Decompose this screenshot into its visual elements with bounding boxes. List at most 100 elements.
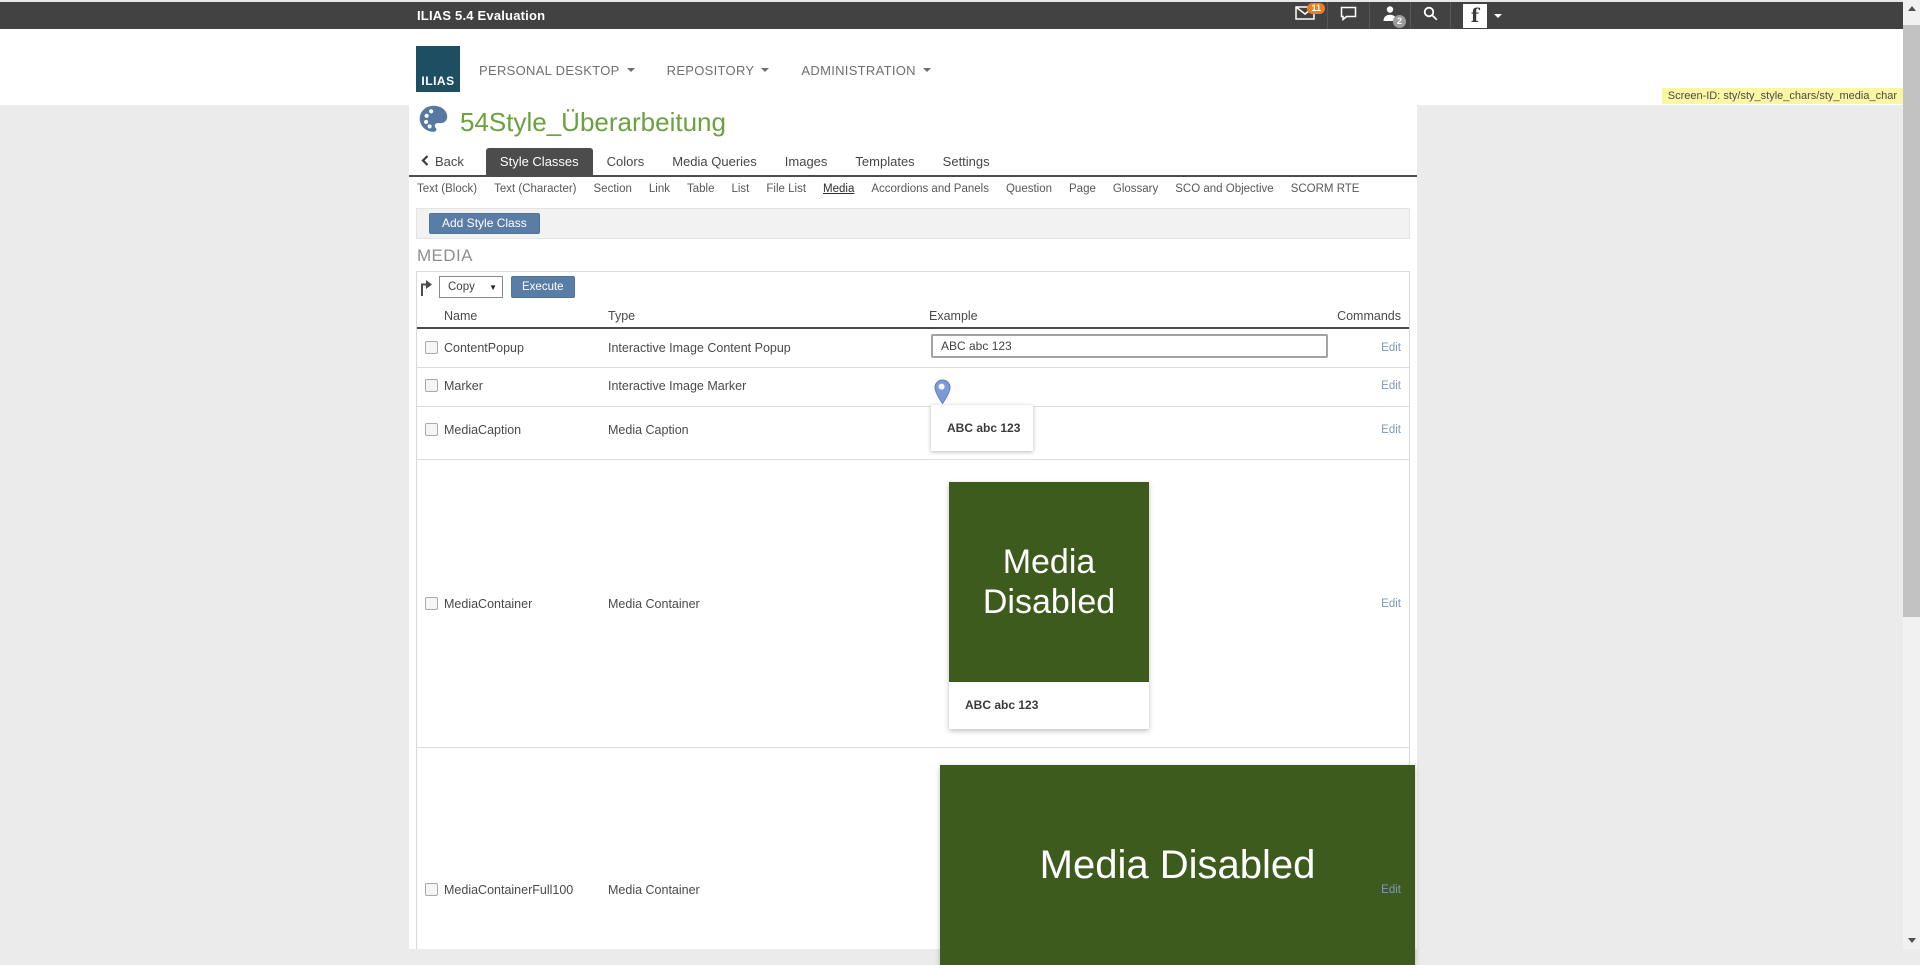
select-caret-icon: ▼ bbox=[489, 283, 497, 292]
content-column: 54Style_Überarbeitung Back Style Classes… bbox=[409, 105, 1417, 949]
chevron-down-icon bbox=[923, 68, 931, 76]
row-checkbox[interactable] bbox=[425, 597, 438, 610]
subtab-section[interactable]: Section bbox=[594, 183, 632, 195]
app-title: ILIAS 5.4 Evaluation bbox=[417, 8, 545, 23]
table-action-row: Copy ▼ Execute bbox=[417, 272, 1409, 302]
row-checkbox[interactable] bbox=[425, 883, 438, 896]
subtab-glossary[interactable]: Glossary bbox=[1113, 183, 1158, 195]
column-header-example: Example bbox=[929, 309, 978, 323]
tab-colors[interactable]: Colors bbox=[593, 154, 659, 169]
top-bar-icon-group: 11 2 f bbox=[1283, 2, 1514, 29]
contacts-button[interactable]: 2 bbox=[1369, 2, 1410, 29]
tab-images[interactable]: Images bbox=[771, 154, 842, 169]
action-select[interactable]: Copy ▼ bbox=[439, 276, 503, 298]
media-caption-strip: ABC abc 123 bbox=[949, 682, 1149, 729]
nav-repository[interactable]: REPOSITORY bbox=[667, 63, 770, 78]
table-header-row: Name Type Example Commands bbox=[417, 302, 1409, 329]
ilias-logo[interactable]: ILIAS bbox=[416, 46, 460, 92]
subtab-question[interactable]: Question bbox=[1006, 183, 1052, 195]
media-style-table: Copy ▼ Execute Name Type Example Command… bbox=[416, 271, 1410, 949]
style-name: ContentPopup bbox=[444, 341, 524, 356]
chat-icon bbox=[1340, 6, 1357, 26]
chevron-down-icon bbox=[761, 68, 769, 76]
edit-link[interactable]: Edit bbox=[1381, 884, 1401, 896]
style-type: Media Container bbox=[608, 597, 700, 612]
table-row: ContentPopup Interactive Image Content P… bbox=[417, 329, 1409, 367]
table-row: MediaContainer Media Container Media Dis… bbox=[417, 459, 1409, 747]
subtab-table[interactable]: Table bbox=[687, 183, 715, 195]
page-title: 54Style_Überarbeitung bbox=[460, 107, 726, 138]
style-type: Media Caption bbox=[608, 423, 689, 438]
back-chevron-icon bbox=[421, 154, 429, 169]
style-name: MediaContainer bbox=[444, 597, 532, 612]
style-name: MediaContainerFull100 bbox=[444, 883, 573, 898]
palette-icon bbox=[417, 103, 450, 141]
scrollbar-thumb[interactable] bbox=[1903, 25, 1920, 617]
add-style-class-button[interactable]: Add Style Class bbox=[429, 213, 540, 234]
nav-personal-desktop[interactable]: PERSONAL DESKTOP bbox=[479, 63, 635, 78]
subtab-accordions-and-panels[interactable]: Accordions and Panels bbox=[871, 183, 989, 195]
execute-button[interactable]: Execute bbox=[511, 276, 575, 298]
subtab-link[interactable]: Link bbox=[649, 183, 670, 195]
main-navigation: PERSONAL DESKTOP REPOSITORY ADMINISTRATI… bbox=[479, 60, 931, 80]
screen-id-badge: Screen-ID: sty/sty_style_chars/sty_media… bbox=[1662, 88, 1903, 104]
header-band: ILIAS PERSONAL DESKTOP REPOSITORY ADMINI… bbox=[0, 29, 1920, 105]
column-header-commands: Commands bbox=[1337, 309, 1401, 323]
table-row: MediaContainerFull100 Media Container Me… bbox=[417, 747, 1409, 950]
table-row: MediaCaption Media Caption ABC abc 123 E… bbox=[417, 406, 1409, 459]
search-icon bbox=[1423, 6, 1438, 26]
edit-link[interactable]: Edit bbox=[1381, 342, 1401, 354]
subtab-bar: Text (Block) Text (Character) Section Li… bbox=[417, 183, 1359, 195]
column-header-name: Name bbox=[444, 309, 477, 323]
section-heading: MEDIA bbox=[417, 246, 473, 266]
media-disabled-box: Media Disabled bbox=[949, 482, 1149, 682]
tab-bar: Back Style Classes Colors Media Queries … bbox=[409, 151, 1417, 177]
row-checkbox[interactable] bbox=[425, 341, 438, 354]
style-name: Marker bbox=[444, 379, 483, 394]
chevron-down-icon bbox=[627, 68, 635, 76]
scroll-up-icon[interactable] bbox=[1903, 0, 1920, 17]
edit-link[interactable]: Edit bbox=[1381, 380, 1401, 392]
subtab-media[interactable]: Media bbox=[823, 183, 854, 195]
tab-settings[interactable]: Settings bbox=[929, 154, 1004, 169]
contacts-count-badge: 2 bbox=[1393, 15, 1406, 28]
subtab-text-character[interactable]: Text (Character) bbox=[494, 183, 576, 195]
edit-link[interactable]: Edit bbox=[1381, 424, 1401, 436]
mail-count-badge: 11 bbox=[1307, 3, 1325, 14]
scroll-down-icon[interactable] bbox=[1903, 932, 1920, 949]
mail-button[interactable]: 11 bbox=[1283, 2, 1327, 29]
subtab-sco-and-objective[interactable]: SCO and Objective bbox=[1175, 183, 1273, 195]
chat-button[interactable] bbox=[1327, 2, 1369, 29]
toolbar: Add Style Class bbox=[416, 208, 1410, 239]
select-all-arrow-icon[interactable] bbox=[419, 278, 433, 302]
style-type: Interactive Image Content Popup bbox=[608, 341, 791, 356]
page-title-row: 54Style_Überarbeitung bbox=[417, 103, 726, 141]
search-button[interactable] bbox=[1410, 2, 1450, 29]
user-menu-button[interactable]: f bbox=[1450, 2, 1514, 29]
subtab-file-list[interactable]: File List bbox=[766, 183, 806, 195]
top-bar: ILIAS 5.4 Evaluation 11 2 f bbox=[0, 2, 1903, 29]
style-name: MediaCaption bbox=[444, 423, 521, 438]
row-checkbox[interactable] bbox=[425, 379, 438, 392]
tab-media-queries[interactable]: Media Queries bbox=[658, 154, 771, 169]
subtab-list[interactable]: List bbox=[731, 183, 749, 195]
nav-administration[interactable]: ADMINISTRATION bbox=[801, 63, 930, 78]
tab-templates[interactable]: Templates bbox=[841, 154, 928, 169]
style-type: Media Container bbox=[608, 883, 700, 898]
example-text-input[interactable] bbox=[931, 334, 1328, 358]
vertical-scrollbar[interactable] bbox=[1903, 0, 1920, 949]
media-container-example: Media Disabled ABC abc 123 bbox=[949, 482, 1149, 729]
column-header-type: Type bbox=[608, 309, 635, 323]
subtab-text-block[interactable]: Text (Block) bbox=[417, 183, 477, 195]
subtab-scorm-rte[interactable]: SCORM RTE bbox=[1291, 183, 1360, 195]
row-checkbox[interactable] bbox=[425, 423, 438, 436]
avatar-caret-icon bbox=[1494, 14, 1502, 22]
tab-back[interactable]: Back bbox=[421, 154, 464, 169]
edit-link[interactable]: Edit bbox=[1381, 598, 1401, 610]
media-disabled-box-full: Media Disabled bbox=[940, 765, 1415, 965]
avatar: f bbox=[1463, 4, 1487, 28]
subtab-page[interactable]: Page bbox=[1069, 183, 1096, 195]
tab-style-classes[interactable]: Style Classes bbox=[486, 148, 593, 175]
table-row: Marker Interactive Image Marker Edit bbox=[417, 367, 1409, 406]
style-type: Interactive Image Marker bbox=[608, 379, 746, 394]
